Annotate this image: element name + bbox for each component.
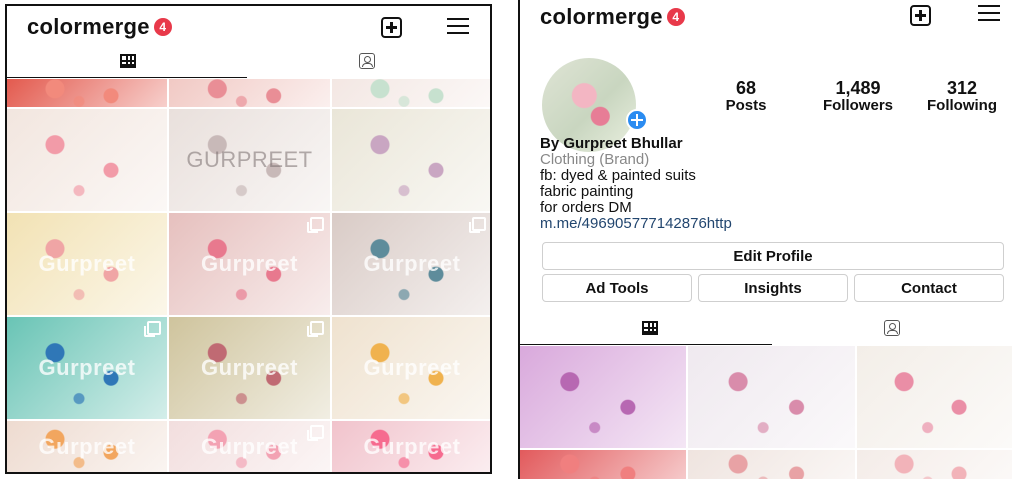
watermark-text: Gurpreet: [38, 355, 136, 380]
posts-number: 68: [735, 78, 757, 98]
post-thumbnail[interactable]: Gurpreet: [332, 421, 490, 472]
post-thumbnail[interactable]: [7, 109, 167, 211]
carousel-icon: [307, 217, 324, 233]
post-thumbnail[interactable]: Gurpreet: [7, 213, 167, 315]
post-thumbnail[interactable]: Gurpreet: [332, 213, 490, 315]
post-thumbnail[interactable]: [857, 450, 1012, 479]
watermark-text: Gurpreet: [201, 434, 298, 459]
post-grid: [520, 346, 1012, 479]
post-thumbnail[interactable]: [688, 346, 855, 448]
post-thumbnail[interactable]: [688, 450, 855, 479]
post-thumbnail[interactable]: [520, 450, 686, 479]
grid-view-icon[interactable]: [120, 54, 136, 68]
top-bar: colormerge 4: [7, 8, 490, 46]
watermark-text: Gurpreet: [363, 355, 461, 380]
add-story-icon[interactable]: [626, 109, 648, 131]
notification-badge: 4: [153, 18, 172, 36]
insights-button[interactable]: Insights: [698, 274, 848, 302]
watermark-text: Gurpreet: [38, 434, 136, 459]
post-thumbnail[interactable]: [169, 79, 330, 107]
post-thumbnail[interactable]: [332, 109, 490, 211]
post-thumbnail[interactable]: Gurpreet: [7, 421, 167, 472]
following-count[interactable]: 312 Following: [914, 79, 1010, 115]
watermark-text: Gurpreet: [201, 251, 298, 276]
carousel-icon: [469, 217, 486, 233]
account-switcher[interactable]: colormerge 4: [540, 4, 685, 30]
carousel-icon: [307, 425, 324, 441]
carousel-icon: [144, 321, 161, 337]
followers-number: 1,489: [835, 78, 881, 98]
bio-line-3: for orders DM: [540, 199, 632, 216]
post-thumbnail[interactable]: [857, 346, 1012, 448]
carousel-icon: [307, 321, 324, 337]
account-switcher[interactable]: colormerge 4: [27, 14, 172, 40]
following-number: 312: [946, 78, 978, 98]
post-thumbnail[interactable]: [7, 79, 167, 107]
profile-screen: colormerge 4 68 Posts 1,489 Followers 312…: [518, 0, 1012, 479]
username-label: colormerge: [27, 14, 150, 39]
watermark-text: Gurpreet: [38, 251, 136, 276]
username-label: colormerge: [540, 4, 663, 29]
bio-line-1: fb: dyed & painted suits: [540, 167, 696, 184]
post-thumbnail[interactable]: [520, 346, 686, 448]
post-thumbnail[interactable]: Gurpreet: [169, 421, 330, 472]
bio-line-2: fabric painting: [540, 183, 634, 200]
notification-badge: 4: [666, 8, 685, 26]
contact-button[interactable]: Contact: [854, 274, 1004, 302]
post-thumbnail[interactable]: Gurpreet: [332, 317, 490, 419]
post-thumbnail[interactable]: [332, 79, 490, 107]
watermark-text: GURPREET: [186, 147, 313, 172]
posts-label: Posts: [725, 97, 767, 114]
watermark-text: Gurpreet: [201, 355, 298, 380]
bio-link[interactable]: m.me/496905777142876http: [540, 215, 732, 232]
profile-name: By Gurpreet Bhullar: [540, 135, 683, 152]
menu-icon[interactable]: [447, 18, 469, 34]
following-label: Following: [927, 97, 997, 114]
top-bar: colormerge 4: [520, 0, 1012, 38]
post-thumbnail[interactable]: Gurpreet: [169, 213, 330, 315]
watermark-text: Gurpreet: [363, 434, 461, 459]
grid-view-icon[interactable]: [642, 321, 658, 335]
post-thumbnail[interactable]: GURPREET: [169, 109, 330, 211]
post-grid: GURPREET Gurpreet Gurpreet Gurpreet Gurpreet…: [7, 79, 490, 472]
profile-grid-screen: colormerge 4 GURPREET Gurpreet Gurpreet Gurp…: [5, 4, 492, 474]
followers-label: Followers: [822, 97, 893, 114]
tagged-photos-icon[interactable]: [884, 320, 900, 336]
post-thumbnail[interactable]: Gurpreet: [7, 317, 167, 419]
new-post-icon[interactable]: [381, 17, 402, 38]
new-post-icon[interactable]: [910, 5, 931, 26]
grid-tab-indicator: [7, 77, 247, 78]
tagged-photos-icon[interactable]: [359, 53, 375, 69]
ad-tools-button[interactable]: Ad Tools: [542, 274, 692, 302]
edit-profile-button[interactable]: Edit Profile: [542, 242, 1004, 270]
followers-count[interactable]: 1,489 Followers: [804, 79, 912, 115]
watermark-text: Gurpreet: [363, 251, 461, 276]
profile-category: Clothing (Brand): [540, 151, 650, 168]
menu-icon[interactable]: [978, 5, 1000, 21]
posts-count[interactable]: 68 Posts: [708, 79, 784, 115]
grid-tab-indicator: [520, 344, 772, 345]
post-thumbnail[interactable]: Gurpreet: [169, 317, 330, 419]
